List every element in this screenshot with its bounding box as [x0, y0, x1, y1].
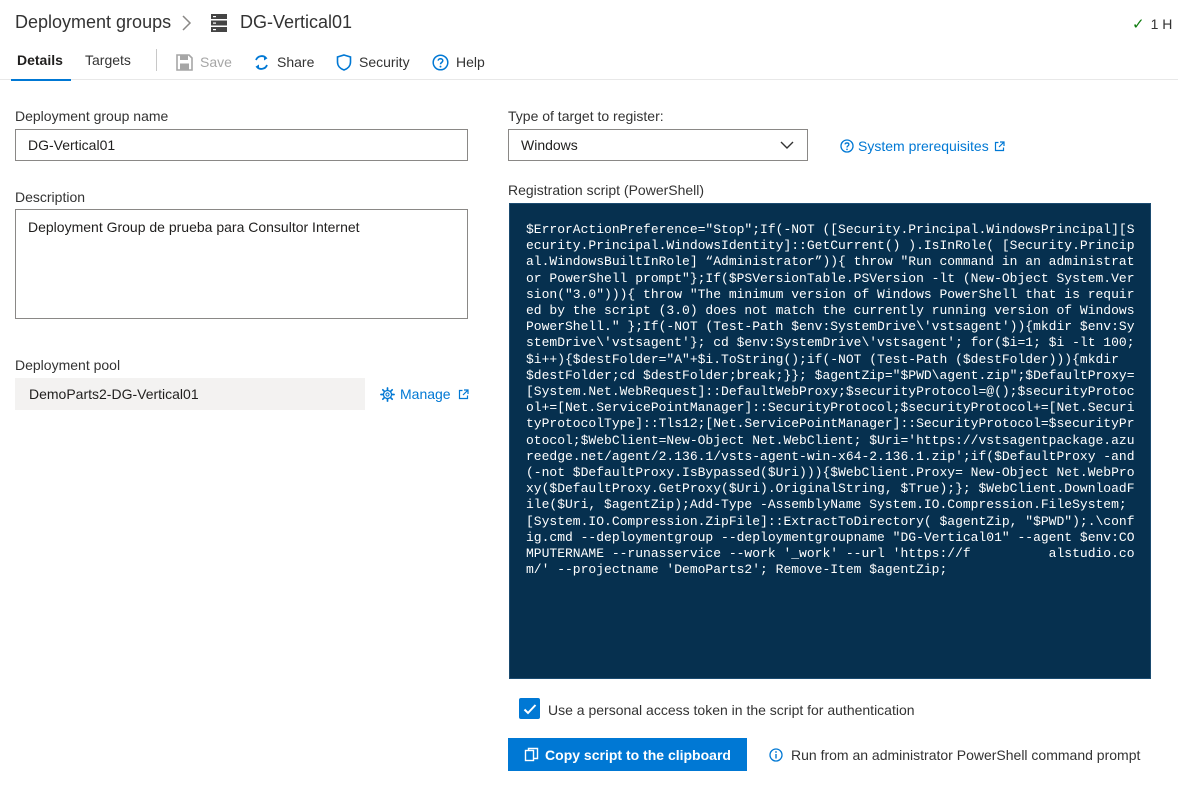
server-icon	[211, 14, 227, 32]
breadcrumb-deployment-groups[interactable]: Deployment groups	[15, 12, 171, 33]
target-type-dropdown[interactable]: Windows	[508, 129, 808, 161]
tab-targets[interactable]: Targets	[85, 52, 131, 80]
share-button[interactable]: Share	[253, 51, 314, 73]
status-indicator[interactable]: ✓ 1 H	[1132, 15, 1172, 33]
chevron-right-icon	[182, 15, 192, 31]
toolbar-divider	[156, 49, 157, 71]
pat-checkbox-label[interactable]: Use a personal access token in the scrip…	[548, 702, 915, 718]
tab-details[interactable]: Details	[11, 52, 71, 81]
info-icon	[769, 748, 783, 762]
run-info-text: Run from an administrator PowerShell com…	[791, 747, 1141, 763]
target-type-value: Windows	[521, 137, 578, 153]
deployment-pool-label: Deployment pool	[15, 357, 121, 373]
status-text: 1 H	[1150, 16, 1173, 32]
share-icon	[255, 54, 268, 70]
security-button-label: Security	[359, 54, 410, 70]
system-prerequisites-label: System prerequisites	[858, 138, 989, 154]
help-icon	[840, 139, 854, 153]
chevron-down-icon	[780, 141, 794, 149]
save-icon	[176, 53, 193, 71]
save-button[interactable]: Save	[176, 51, 232, 73]
page-header: Deployment groups DG-Vertical01 ✓ 1 H	[0, 0, 1178, 46]
pat-checkbox[interactable]	[519, 698, 540, 719]
help-button[interactable]: Help	[432, 51, 485, 73]
shield-icon	[336, 53, 352, 71]
gear-icon	[380, 386, 395, 402]
group-name-label: Deployment group name	[15, 108, 169, 124]
share-button-label: Share	[277, 54, 315, 70]
copy-script-button[interactable]: Copy script to the clipboard	[508, 738, 747, 771]
help-icon	[432, 53, 449, 71]
run-info: Run from an administrator PowerShell com…	[769, 747, 1140, 763]
manage-link-label: Manage	[400, 386, 451, 402]
page-title: DG-Vertical01	[240, 12, 353, 32]
manage-link[interactable]: Manage	[380, 386, 469, 402]
copy-icon	[524, 747, 539, 762]
group-name-input[interactable]	[15, 129, 468, 161]
description-input[interactable]: Deployment Group de prueba para Consulto…	[15, 209, 468, 319]
registration-script[interactable]: $ErrorActionPreference="Stop";If(-NOT ([…	[509, 203, 1151, 679]
checkmark-icon: ✓	[1132, 16, 1145, 33]
registration-script-label: Registration script (PowerShell)	[508, 182, 705, 198]
checkmark-icon	[523, 703, 536, 714]
target-type-label: Type of target to register:	[508, 108, 664, 124]
external-link-icon	[994, 140, 1005, 151]
deployment-pool-value: DemoParts2-DG-Vertical01	[15, 378, 365, 410]
help-button-label: Help	[456, 54, 485, 70]
copy-script-button-label: Copy script to the clipboard	[545, 746, 731, 763]
system-prerequisites-link[interactable]: System prerequisites	[840, 138, 1005, 154]
description-label: Description	[15, 189, 86, 205]
security-button[interactable]: Security	[336, 51, 410, 73]
toolbar: Details Targets Save Share Security Help	[0, 46, 1178, 81]
save-button-label: Save	[200, 54, 232, 70]
external-link-icon	[458, 388, 469, 399]
